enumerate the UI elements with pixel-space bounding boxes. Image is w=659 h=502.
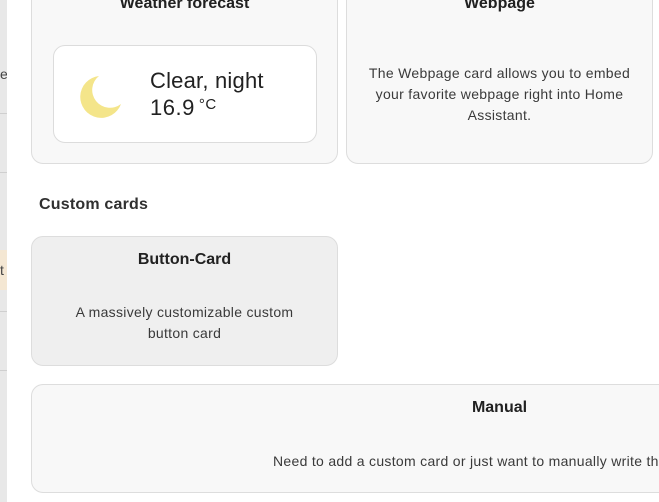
temperature-unit: °C [198,96,217,113]
background-divider [0,113,7,114]
weather-condition: Clear, night [150,68,264,93]
weather-preview: Clear, night 16.9 °C [53,45,317,143]
background-page-strip: e t [0,0,7,502]
background-divider [0,370,7,371]
background-text-fragment: t [0,250,7,290]
button-card-option[interactable]: Button-Card A massively customizable cus… [31,236,338,366]
background-divider [0,172,7,173]
manual-card-option[interactable]: Manual Need to add a custom card or just… [31,384,659,493]
card-description: A massively customizable custom button c… [75,304,294,341]
section-title-custom-cards: Custom cards [39,196,149,213]
card-title: Manual [471,399,528,416]
weather-temperature: 16.9 °C [150,95,217,121]
card-title: Weather forecast [119,0,250,12]
card-description: The Webpage card allows you to embed you… [368,65,631,123]
card-description: Need to add a custom card or just want t… [273,453,659,469]
moon-icon [80,76,121,118]
background-divider [0,311,7,312]
background-text-fragment: e [0,66,7,82]
webpage-card[interactable]: Webpage The Webpage card allows you to e… [346,0,653,164]
weather-forecast-card[interactable]: Weather forecast Clear, night 16.9 °C [31,0,338,164]
card-title: Webpage [464,0,535,12]
card-picker-dialog: e t Weather forecast Clear, night 16.9 °C… [0,0,659,502]
temperature-value: 16.9 [150,95,195,120]
card-title: Button-Card [137,251,232,268]
